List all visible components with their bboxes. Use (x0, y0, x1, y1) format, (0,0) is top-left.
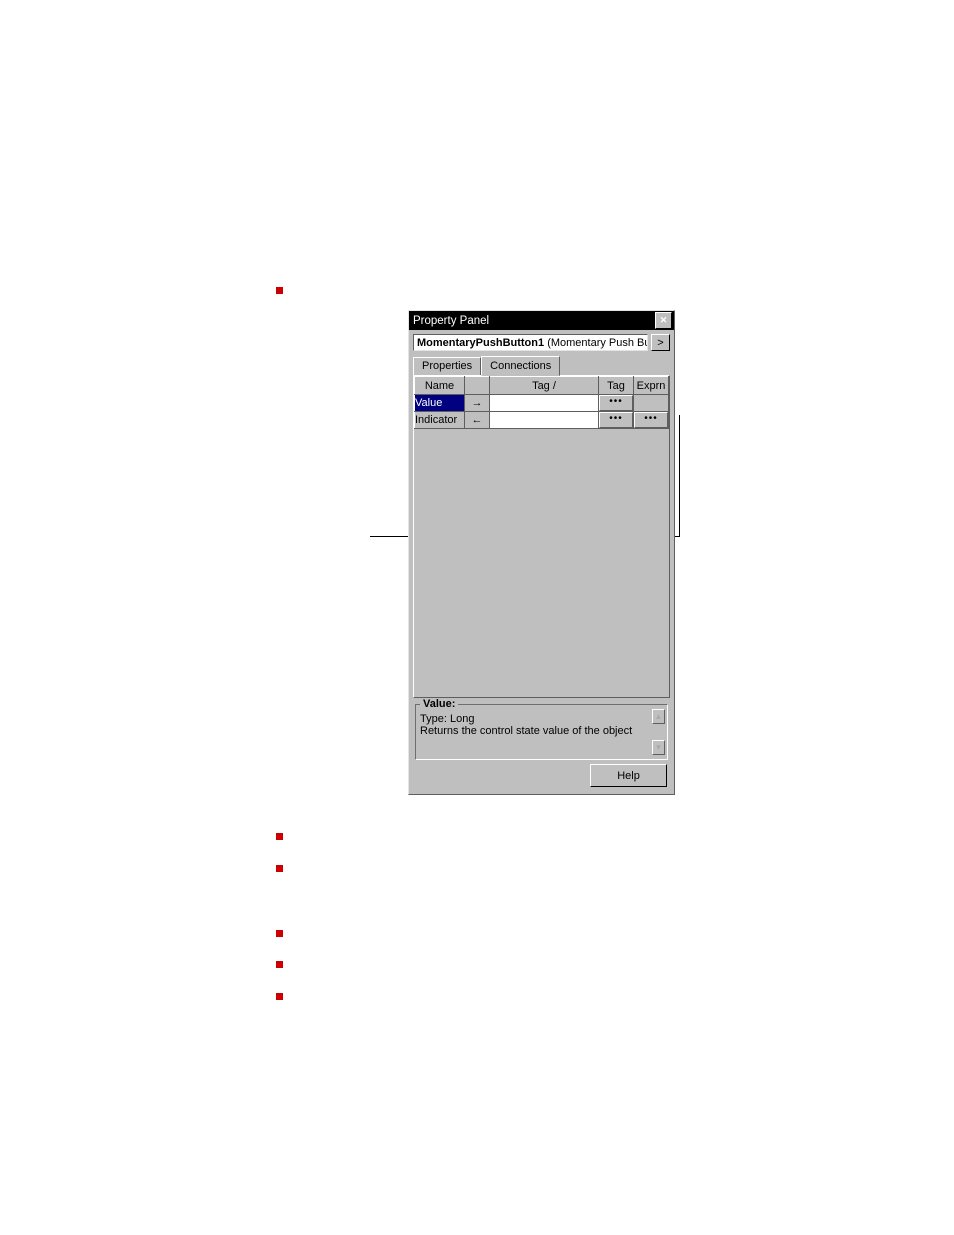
cell-tag-browse: ••• (599, 412, 634, 429)
table-header-row: Name Tag / Tag Exprn (415, 377, 669, 395)
cell-tag-expression[interactable] (490, 412, 599, 429)
close-button[interactable]: ✕ (655, 312, 672, 329)
content-bullet (276, 865, 283, 872)
context-dropdown-button[interactable]: > (651, 334, 670, 351)
arrow-right-icon: → (472, 397, 483, 409)
content-bullet (276, 930, 283, 937)
cell-exprn-browse: ••• (634, 412, 669, 429)
content-bullet (276, 833, 283, 840)
content-bullet (276, 993, 283, 1000)
scroll-down-button[interactable]: ▼ (652, 740, 665, 755)
tab-bar: Properties Connections (413, 355, 670, 375)
description-scrollbar: ▲ ▼ (652, 709, 665, 755)
table-row: Value → ••• (415, 395, 669, 412)
cell-tag-expression[interactable] (490, 395, 599, 412)
scroll-up-button[interactable]: ▲ (652, 709, 665, 724)
window-title: Property Panel (413, 315, 489, 327)
cell-direction: → (465, 395, 490, 412)
chevron-icon: > (657, 337, 663, 349)
col-header-tag-expression[interactable]: Tag / (490, 377, 599, 395)
content-bullet (276, 961, 283, 968)
description-body: Type: Long Returns the control state val… (420, 713, 663, 737)
description-legend: Value: (420, 698, 458, 710)
object-name-field[interactable]: MomentaryPushButton1 (Momentary Push Bu (413, 334, 648, 351)
col-header-direction[interactable] (465, 377, 490, 395)
tab-connections[interactable]: Connections (481, 356, 560, 376)
connections-grid: Name Tag / Tag Exprn Value → ••• Indicat… (413, 375, 670, 698)
cell-exprn-browse (634, 395, 669, 412)
connections-table: Name Tag / Tag Exprn Value → ••• Indicat… (414, 376, 669, 429)
content-bullet (276, 287, 283, 294)
property-panel: Property Panel ✕ MomentaryPushButton1 (M… (408, 310, 675, 795)
help-button[interactable]: Help (590, 764, 667, 787)
browse-tag-button[interactable]: ••• (599, 412, 633, 428)
cell-name-indicator[interactable]: Indicator (415, 412, 465, 429)
scroll-down-icon: ▼ (655, 743, 663, 752)
browse-expression-button[interactable]: ••• (634, 412, 668, 428)
tab-properties[interactable]: Properties (413, 357, 481, 377)
titlebar: Property Panel ✕ (409, 311, 674, 330)
table-row: Indicator ← ••• ••• (415, 412, 669, 429)
object-name-text: MomentaryPushButton1 (417, 337, 544, 349)
cell-name-value[interactable]: Value (415, 395, 465, 412)
cell-direction: ← (465, 412, 490, 429)
col-header-name[interactable]: Name (415, 377, 465, 395)
browse-tag-button[interactable]: ••• (599, 395, 633, 411)
object-selector-row: MomentaryPushButton1 (Momentary Push Bu … (413, 334, 670, 351)
arrow-left-icon: ← (472, 414, 483, 426)
close-icon: ✕ (660, 316, 668, 325)
description-type: Type: Long (420, 713, 663, 725)
object-type-text: (Momentary Push Bu (547, 337, 648, 349)
scroll-up-icon: ▲ (655, 712, 663, 721)
annotation-line (679, 415, 680, 536)
cell-tag-browse: ••• (599, 395, 634, 412)
description-text: Returns the control state value of the o… (420, 725, 663, 737)
col-header-tag[interactable]: Tag (599, 377, 634, 395)
col-header-exprn[interactable]: Exprn (634, 377, 669, 395)
description-box: Value: Type: Long Returns the control st… (415, 704, 668, 760)
